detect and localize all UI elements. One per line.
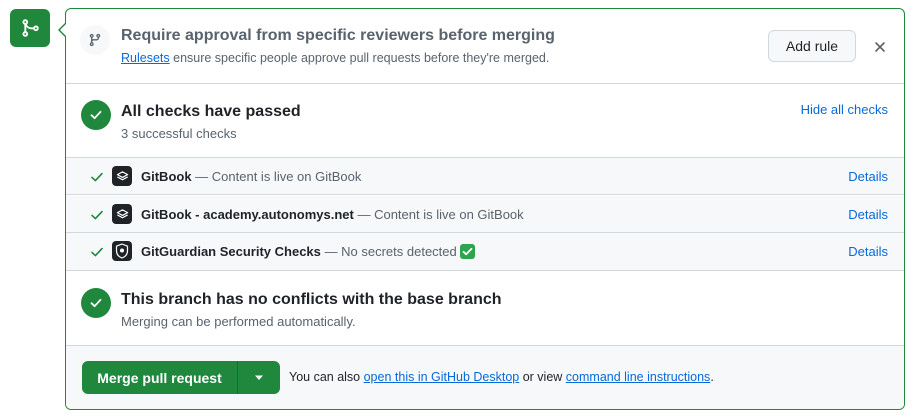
gitbook-icon bbox=[112, 166, 132, 186]
ruleset-description-text: ensure specific people approve pull requ… bbox=[169, 51, 550, 65]
merge-options-dropdown[interactable] bbox=[238, 361, 280, 394]
ruleset-description: Rulesets ensure specific people approve … bbox=[121, 51, 549, 65]
details-link[interactable]: Details bbox=[848, 207, 888, 222]
git-branch-icon bbox=[80, 25, 110, 55]
note-middle: or view bbox=[519, 370, 566, 384]
conflicts-title: This branch has no conflicts with the ba… bbox=[121, 291, 502, 308]
details-link[interactable]: Details bbox=[848, 169, 888, 184]
hide-all-checks-link[interactable]: Hide all checks bbox=[801, 102, 888, 117]
check-description: — Content is live on GitBook bbox=[353, 207, 524, 222]
github-desktop-link[interactable]: open this in GitHub Desktop bbox=[364, 370, 520, 384]
checks-section: All checks have passed 3 successful chec… bbox=[66, 84, 904, 158]
check-icon bbox=[91, 247, 103, 257]
check-name: GitBook bbox=[141, 169, 192, 184]
check-row: GitBook - academy.autonomys.net — Conten… bbox=[66, 196, 904, 233]
merge-button-group: Merge pull request bbox=[82, 361, 280, 394]
checks-subtitle: 3 successful checks bbox=[121, 126, 237, 141]
git-merge-icon bbox=[10, 9, 50, 47]
white-check-mark-icon bbox=[459, 244, 475, 259]
gitbook-icon bbox=[112, 204, 132, 224]
rulesets-link[interactable]: Rulesets bbox=[121, 51, 170, 65]
check-circle-icon bbox=[81, 288, 111, 318]
command-line-link[interactable]: command line instructions bbox=[566, 370, 711, 384]
conflicts-section: This branch has no conflicts with the ba… bbox=[66, 271, 904, 346]
merge-pull-request-button[interactable]: Merge pull request bbox=[82, 361, 238, 394]
check-icon bbox=[91, 172, 103, 182]
check-row: GitGuardian Security Checks — No secrets… bbox=[66, 233, 904, 271]
gitguardian-icon bbox=[112, 241, 132, 261]
merge-section: Merge pull request You can also open thi… bbox=[66, 346, 904, 409]
conflicts-subtitle: Merging can be performed automatically. bbox=[121, 314, 356, 329]
note-suffix: . bbox=[710, 370, 714, 384]
ruleset-section: Require approval from specific reviewers… bbox=[66, 9, 904, 84]
add-rule-button[interactable]: Add rule bbox=[768, 30, 856, 62]
details-link[interactable]: Details bbox=[848, 244, 888, 259]
check-icon bbox=[91, 210, 103, 220]
merge-box: Require approval from specific reviewers… bbox=[65, 8, 905, 410]
check-name: GitBook - academy.autonomys.net bbox=[141, 207, 354, 222]
check-circle-icon bbox=[81, 100, 111, 130]
checks-title: All checks have passed bbox=[121, 103, 301, 120]
ruleset-title: Require approval from specific reviewers… bbox=[121, 27, 555, 44]
panel-pointer-inner bbox=[60, 23, 67, 37]
note-prefix: You can also bbox=[289, 370, 364, 384]
check-row: GitBook — Content is live on GitBook Det… bbox=[66, 158, 904, 195]
check-name: GitGuardian Security Checks bbox=[141, 244, 321, 259]
check-description: — No secrets detected bbox=[320, 244, 457, 259]
close-icon[interactable] bbox=[870, 37, 890, 57]
triangle-down-icon bbox=[255, 375, 263, 380]
merge-alternatives-note: You can also open this in GitHub Desktop… bbox=[289, 370, 714, 384]
check-description: — Content is live on GitBook bbox=[191, 169, 362, 184]
